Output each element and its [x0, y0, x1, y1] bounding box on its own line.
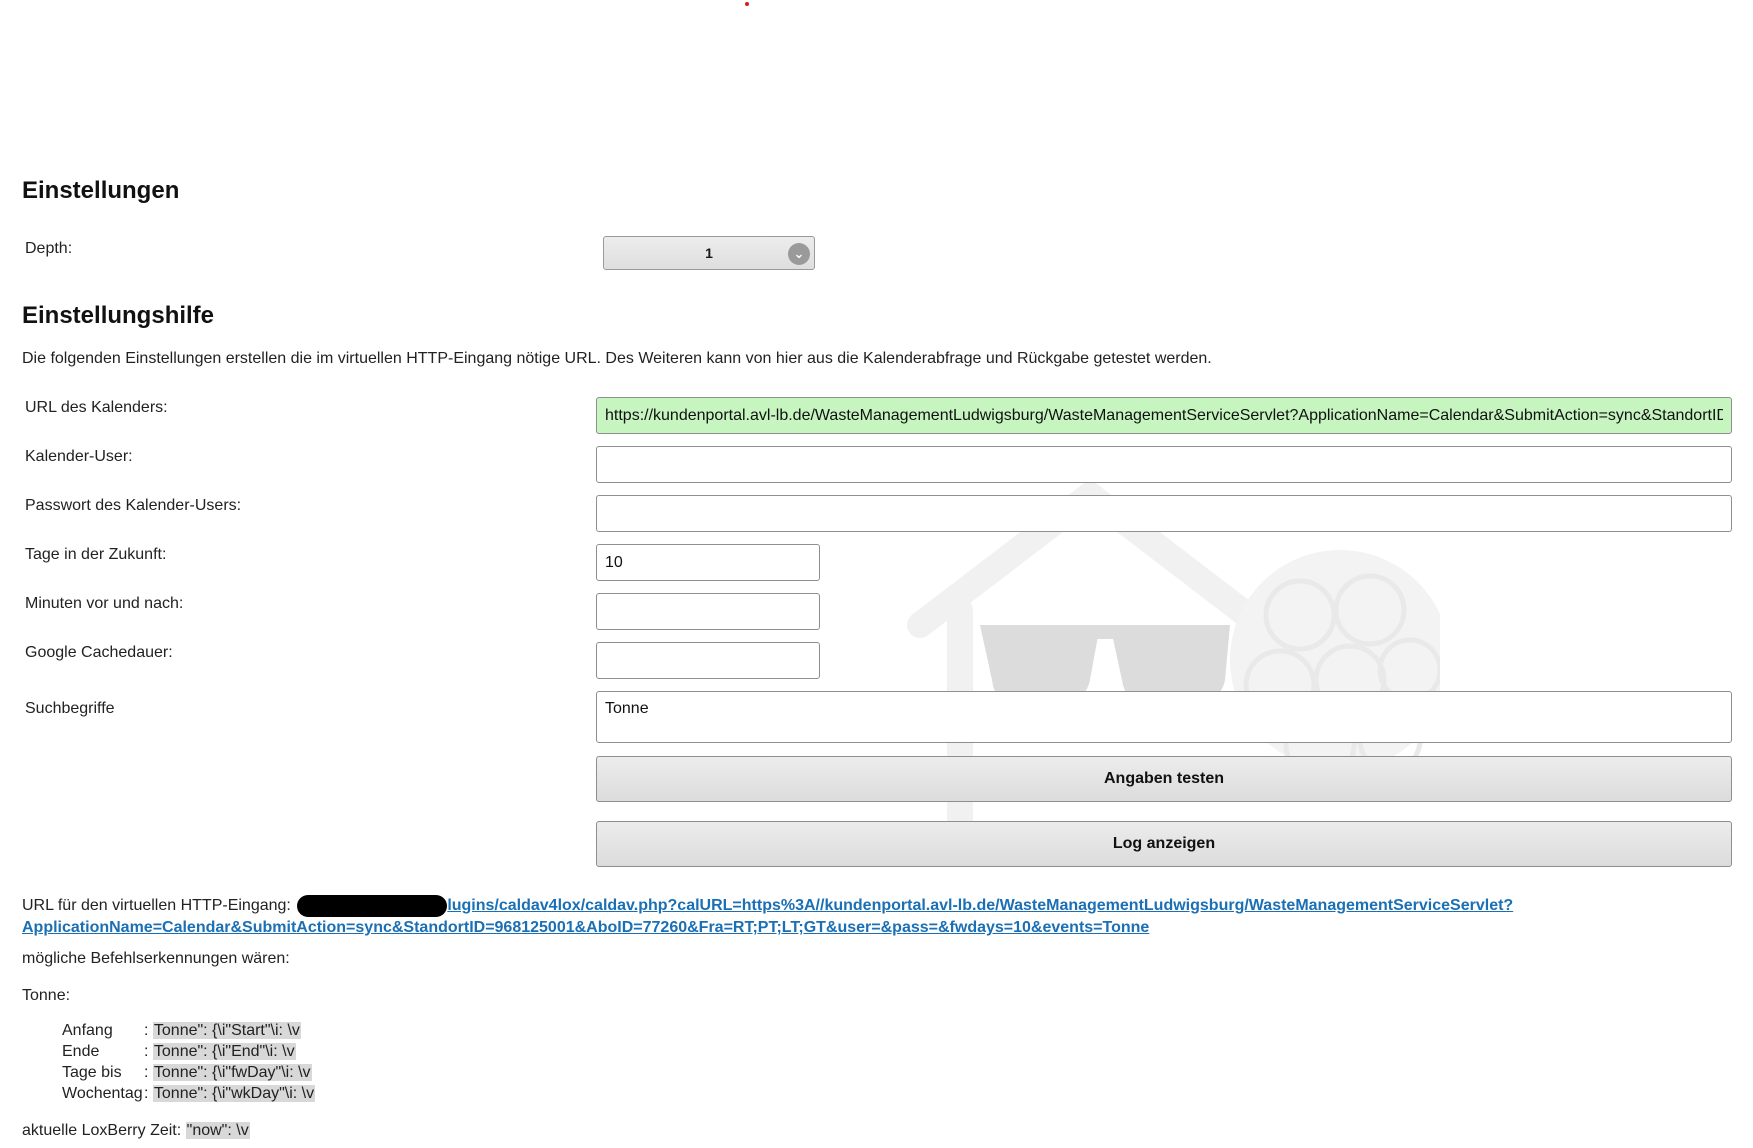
calendar-user-label: Kalender-User:: [25, 448, 133, 465]
depth-select-value: 1: [705, 245, 713, 261]
commands-group: Tonne:: [22, 987, 71, 1004]
command-row: Tage bis: Tonne": {\i"fwDay"\i: \v: [62, 1064, 312, 1081]
minutes-label: Minuten vor und nach:: [25, 595, 184, 612]
show-log-button[interactable]: Log anzeigen: [596, 821, 1732, 867]
command-name: Anfang: [62, 1022, 113, 1039]
command-code: Tonne": {\i"Start"\i: \v: [152, 1022, 301, 1039]
commands-intro: mögliche Befehlserkennungen wären:: [22, 950, 290, 967]
test-settings-button[interactable]: Angaben testen: [596, 756, 1732, 802]
help-heading: Einstellungshilfe: [22, 302, 215, 329]
command-code: Tonne": {\i"wkDay"\i: \v: [152, 1085, 316, 1102]
search-terms-textarea[interactable]: Tonne: [596, 691, 1732, 743]
depth-label: Depth:: [25, 240, 73, 257]
calendar-url-label: URL des Kalenders:: [25, 399, 168, 416]
command-name: Wochentag: [62, 1085, 143, 1102]
days-future-input[interactable]: [596, 544, 820, 581]
calendar-password-label: Passwort des Kalender-Users:: [25, 497, 242, 514]
minutes-input[interactable]: [596, 593, 820, 630]
loxberry-time: aktuelle LoxBerry Zeit: "now": \v: [22, 1122, 250, 1140]
status-dot: [745, 2, 749, 6]
http-input-url: URL für den virtuellen HTTP-Eingang: lug…: [22, 895, 1722, 938]
help-description: Die folgenden Einstellungen erstellen di…: [22, 350, 1212, 367]
redacted-host: [297, 895, 448, 917]
days-future-label: Tage in der Zukunft:: [25, 546, 167, 563]
command-row: Anfang: Tonne": {\i"Start"\i: \v: [62, 1022, 301, 1039]
search-terms-label: Suchbegriffe: [25, 700, 115, 717]
chevron-down-icon: ⌄: [788, 243, 810, 265]
google-cache-input[interactable]: [596, 642, 820, 679]
calendar-url-input[interactable]: [596, 397, 1732, 434]
loxberry-time-code: "now": \v: [185, 1122, 250, 1139]
http-link-line1: lugins/caldav4lox/caldav.php?calURL=http…: [447, 897, 1514, 915]
command-code: Tonne": {\i"fwDay"\i: \v: [152, 1064, 312, 1081]
loxberry-time-label: aktuelle LoxBerry Zeit:: [22, 1122, 182, 1139]
calendar-user-input[interactable]: [596, 446, 1732, 483]
settings-heading: Einstellungen: [22, 177, 180, 204]
command-code: Tonne": {\i"End"\i: \v: [152, 1043, 296, 1060]
depth-select[interactable]: 1 ⌄: [603, 236, 815, 270]
http-link-line2: ApplicationName=Calendar&SubmitAction=sy…: [22, 919, 1150, 936]
command-row: Ende: Tonne": {\i"End"\i: \v: [62, 1043, 296, 1060]
google-cache-label: Google Cachedauer:: [25, 644, 173, 661]
command-name: Ende: [62, 1043, 100, 1060]
calendar-password-input[interactable]: [596, 495, 1732, 532]
command-name: Tage bis: [62, 1064, 122, 1081]
command-row: Wochentag: Tonne": {\i"wkDay"\i: \v: [62, 1085, 316, 1102]
http-input-label: URL für den virtuellen HTTP-Eingang:: [22, 897, 291, 915]
